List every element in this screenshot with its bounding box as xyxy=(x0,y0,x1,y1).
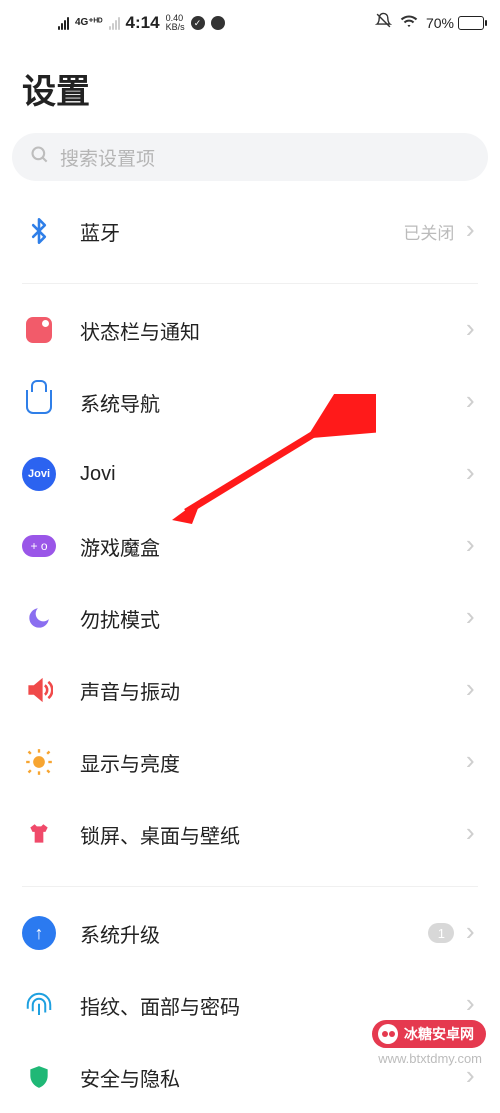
item-lockscreen[interactable]: 锁屏、桌面与壁纸 › xyxy=(0,798,500,870)
item-upgrade[interactable]: ↑ 系统升级 1 › xyxy=(0,897,500,969)
chevron-right-icon: › xyxy=(462,677,478,703)
divider xyxy=(22,886,478,887)
item-sound[interactable]: 声音与振动 › xyxy=(0,654,500,726)
item-bluetooth[interactable]: 蓝牙 已关闭 › xyxy=(0,195,500,267)
item-label: 锁屏、桌面与壁纸 xyxy=(80,820,462,849)
watermark-url: www.btxtdmy.com xyxy=(378,1051,482,1066)
item-label: Jovi xyxy=(80,463,462,486)
notification-icon xyxy=(22,313,56,347)
item-gamebox[interactable]: + o 游戏魔盒 › xyxy=(0,510,500,582)
status-left: 4G⁺ᴴᴰ 4:14 0.40 KB/s xyxy=(58,13,225,33)
page-title: 设置 xyxy=(0,46,500,133)
item-label: 安全与隐私 xyxy=(80,1063,462,1092)
divider xyxy=(22,283,478,284)
item-label: 声音与振动 xyxy=(80,676,462,705)
battery-indicator: 70% xyxy=(426,15,484,31)
sun-icon xyxy=(22,745,56,779)
status-right: 70% xyxy=(375,12,484,34)
settings-list: 蓝牙 已关闭 › 状态栏与通知 › 系统导航 › Jovi Jovi › + o… xyxy=(0,195,500,1113)
chevron-right-icon: › xyxy=(462,1064,478,1090)
chevron-right-icon: › xyxy=(462,920,478,946)
item-jovi[interactable]: Jovi Jovi › xyxy=(0,438,500,510)
net-speed: 0.40 KB/s xyxy=(166,14,185,32)
item-label: 蓝牙 xyxy=(80,217,403,246)
item-label: 系统导航 xyxy=(80,388,462,417)
chevron-right-icon: › xyxy=(462,605,478,631)
battery-icon xyxy=(458,16,484,30)
item-label: 勿扰模式 xyxy=(80,604,462,633)
moon-icon xyxy=(22,601,56,635)
search-icon xyxy=(30,145,50,170)
item-nav[interactable]: 系统导航 › xyxy=(0,366,500,438)
jovi-icon: Jovi xyxy=(22,457,56,491)
watermark-text: 冰糖安卓网 xyxy=(404,1024,474,1044)
item-label: 显示与亮度 xyxy=(80,748,462,777)
item-dnd[interactable]: 勿扰模式 › xyxy=(0,582,500,654)
chevron-right-icon: › xyxy=(462,389,478,415)
fingerprint-icon xyxy=(22,988,56,1022)
chevron-right-icon: › xyxy=(462,317,478,343)
search-placeholder: 搜索设置项 xyxy=(60,144,155,171)
chevron-right-icon: › xyxy=(462,821,478,847)
status-bar: 4G⁺ᴴᴰ 4:14 0.40 KB/s 70% xyxy=(0,0,500,46)
item-label: 状态栏与通知 xyxy=(80,316,462,345)
tshirt-icon xyxy=(22,817,56,851)
chevron-right-icon: › xyxy=(462,749,478,775)
chat-bubble-icon xyxy=(211,16,225,30)
wifi-icon xyxy=(400,12,418,34)
network-label: 4G⁺ᴴᴰ xyxy=(75,18,103,28)
navigation-icon xyxy=(22,385,56,419)
chevron-right-icon: › xyxy=(462,992,478,1018)
dnd-icon xyxy=(375,12,392,34)
item-statusbar-notif[interactable]: 状态栏与通知 › xyxy=(0,294,500,366)
watermark-badge: 冰糖安卓网 xyxy=(372,1020,486,1048)
time: 4:14 xyxy=(126,13,160,33)
signal-bars-1 xyxy=(58,16,69,30)
watermark-logo-icon xyxy=(378,1024,398,1044)
item-brightness[interactable]: 显示与亮度 › xyxy=(0,726,500,798)
item-label: 指纹、面部与密码 xyxy=(80,991,462,1020)
shield-icon xyxy=(22,1060,56,1094)
signal-bars-2 xyxy=(109,16,120,30)
badge-count: 1 xyxy=(428,923,454,943)
assistant-icon xyxy=(191,16,205,30)
upgrade-icon: ↑ xyxy=(22,916,56,950)
search-input[interactable]: 搜索设置项 xyxy=(12,133,488,181)
item-label: 游戏魔盒 xyxy=(80,532,462,561)
bluetooth-icon xyxy=(22,214,56,248)
chevron-right-icon: › xyxy=(462,461,478,487)
item-value: 已关闭 xyxy=(403,219,454,244)
chevron-right-icon: › xyxy=(462,533,478,559)
chevron-right-icon: › xyxy=(462,218,478,244)
gamebox-icon: + o xyxy=(22,529,56,563)
item-label: 系统升级 xyxy=(80,919,428,948)
sound-icon xyxy=(22,673,56,707)
